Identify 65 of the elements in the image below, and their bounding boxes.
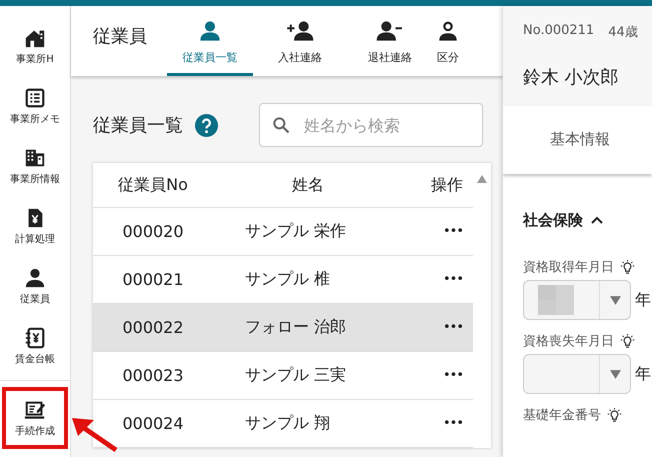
lightbulb-icon[interactable] [620, 334, 635, 348]
sidebar-item[interactable]: 計算処理 [3, 196, 67, 256]
yen-ledger-icon [24, 326, 46, 348]
employee-number: 000022 [121, 318, 185, 337]
person-icon [24, 266, 46, 288]
more-button[interactable]: ••• [403, 416, 473, 431]
page-title: 従業員 [93, 25, 147, 48]
more-button[interactable]: ••• [403, 224, 473, 239]
edit-document-icon [24, 398, 46, 420]
sidebar-item[interactable]: 賃金台帳 [3, 316, 67, 376]
nav-tab[interactable]: 退社連絡 [347, 6, 433, 76]
more-button[interactable]: ••• [403, 320, 473, 335]
scroll-up-icon[interactable] [477, 175, 487, 183]
employee-number: 000023 [121, 366, 185, 385]
employee-name: サンプル 三実 [244, 365, 348, 386]
column-header: 操作 [430, 174, 464, 196]
table-row[interactable]: 000020 サンプル 栄作 ••• [93, 208, 473, 256]
person-icon [199, 20, 221, 42]
employee-age: 44歳 [608, 24, 638, 41]
field-label: 資格喪失年月日 [523, 333, 614, 350]
lightbulb-icon[interactable] [607, 408, 622, 422]
nav-tab[interactable]: 従業員一覧 [167, 6, 253, 76]
employee-name: サンプル 椎 [244, 269, 332, 290]
section-title: 従業員一覧 [93, 114, 183, 137]
column-header: 姓名 [291, 174, 325, 196]
list-icon [24, 86, 46, 108]
employee-number: No.000211 [523, 23, 594, 40]
sidebar-item[interactable]: 手続作成 [2, 387, 68, 449]
chevron-icon[interactable] [591, 216, 603, 224]
table-row[interactable]: 000022 フォロー 治郎 ••• [93, 304, 473, 352]
nav-tab[interactable]: 区分 [437, 6, 477, 76]
table-row[interactable]: 000023 サンプル 三実 ••• [93, 352, 473, 400]
nav-tab[interactable]: 入社連絡 [257, 6, 343, 76]
sidebar-item[interactable]: 事業所情報 [3, 136, 67, 196]
caret-icon [610, 370, 620, 378]
detail-tab[interactable]: 基本情報 [503, 106, 652, 174]
section-title: 社会保険 [523, 210, 583, 230]
search-icon [271, 115, 291, 135]
person-badge-icon [437, 20, 459, 42]
employee-name: サンプル 栄作 [244, 221, 348, 242]
unit-label: 年 [635, 364, 651, 384]
search-field[interactable]: 姓名から検索 [259, 103, 483, 147]
more-button[interactable]: ••• [403, 272, 473, 287]
column-header: 従業員No [117, 174, 189, 196]
employee-name: サンプル 翔 [244, 413, 332, 434]
employee-name: フォロー 治郎 [244, 317, 348, 338]
field-label: 資格取得年月日 [523, 259, 614, 276]
person-add-icon [286, 20, 314, 42]
section-header[interactable]: 社会保険 [523, 208, 652, 232]
unit-label: 年 [635, 290, 651, 310]
caret-icon [610, 296, 620, 304]
employee-name: 鈴木 小次郎 [523, 66, 620, 89]
help-icon[interactable] [195, 114, 218, 136]
sidebar-item[interactable]: 事業所メモ [3, 76, 67, 136]
sidebar-item[interactable]: 事業所H [3, 16, 67, 76]
table-row[interactable]: 000024 サンプル 翔 ••• [93, 400, 473, 448]
lightbulb-icon[interactable] [620, 260, 635, 274]
person-remove-icon [376, 20, 404, 42]
more-button[interactable]: ••• [403, 368, 473, 383]
employee-number: 000021 [121, 270, 185, 289]
blurred-value [538, 285, 574, 315]
employee-number: 000020 [121, 222, 185, 241]
field-label: 基礎年金番号 [523, 407, 601, 424]
sidebar-item[interactable]: 従業員 [3, 256, 67, 316]
employee-number: 000024 [121, 414, 185, 433]
